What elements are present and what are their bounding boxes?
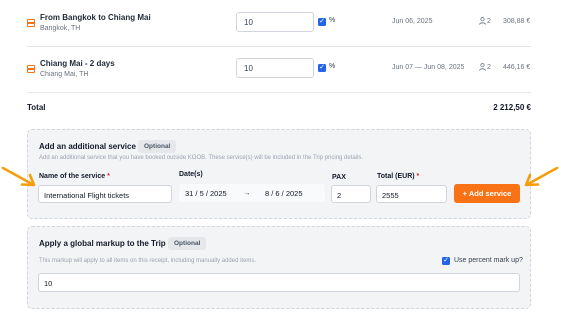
total-value: 2 212,50 €: [493, 103, 531, 112]
percent-checkbox[interactable]: ✓: [318, 18, 326, 26]
service-date: Jun 06, 2025: [392, 18, 433, 25]
date-end[interactable]: 8 / 6 / 2025: [265, 189, 303, 198]
dates-label: Date(s): [179, 171, 203, 178]
global-markup-input[interactable]: 10: [38, 273, 520, 292]
percent-markup-checkbox[interactable]: ✓: [442, 257, 450, 265]
additional-service-title: Add an additional service: [39, 142, 136, 151]
percent-icon: %: [329, 63, 336, 70]
global-markup-help: This markup will apply to all items on t…: [39, 258, 257, 264]
calendar-icon: [27, 19, 35, 27]
service-date: Jun 07 — Jun 08, 2025: [392, 64, 465, 71]
total-eur-label: Total (EUR) *: [377, 173, 420, 180]
row-divider: [27, 46, 531, 47]
markup-input[interactable]: 10: [236, 58, 314, 78]
percent-icon: %: [329, 17, 336, 24]
service-name-input[interactable]: International Flight tickets: [38, 185, 172, 203]
user-icon: [479, 63, 486, 71]
pax-label: PAX: [332, 174, 346, 181]
add-service-button[interactable]: + Add service: [454, 184, 520, 203]
pax-input[interactable]: 2: [331, 185, 371, 203]
calendar-icon: [27, 65, 35, 73]
service-location: Chiang Mai, TH: [40, 71, 89, 78]
total-label: Total: [27, 103, 46, 112]
optional-badge: Optional: [138, 140, 177, 153]
percent-markup-label: Use percent mark up?: [454, 257, 523, 264]
total-eur-input[interactable]: 2555: [376, 185, 447, 203]
user-icon: [479, 17, 486, 25]
arrow-indicator-icon: [524, 166, 559, 187]
additional-service-help: Add an additional service that you have …: [39, 155, 364, 161]
arrow-right-icon: →: [243, 188, 251, 197]
global-markup-title: Apply a global markup to the Trip: [39, 239, 166, 248]
service-name-label: Name of the service *: [39, 173, 110, 180]
service-title: From Bangkok to Chiang Mai: [40, 13, 151, 22]
service-price: 446,16 €: [503, 64, 531, 71]
date-range-picker[interactable]: 31 / 5 / 2025 → 8 / 6 / 2025: [179, 184, 325, 202]
row-divider: [27, 92, 531, 93]
date-start[interactable]: 31 / 5 / 2025: [185, 189, 227, 198]
arrow-indicator-icon: [1, 166, 36, 187]
service-price: 308,88 €: [503, 18, 531, 25]
markup-input[interactable]: 10: [236, 12, 314, 32]
optional-badge: Optional: [168, 237, 207, 250]
service-pax: 2: [487, 18, 491, 25]
service-location: Bangkok, TH: [40, 25, 81, 32]
percent-checkbox[interactable]: ✓: [318, 64, 326, 72]
service-pax: 2: [487, 64, 491, 71]
service-title: Chiang Mai - 2 days: [40, 59, 115, 68]
